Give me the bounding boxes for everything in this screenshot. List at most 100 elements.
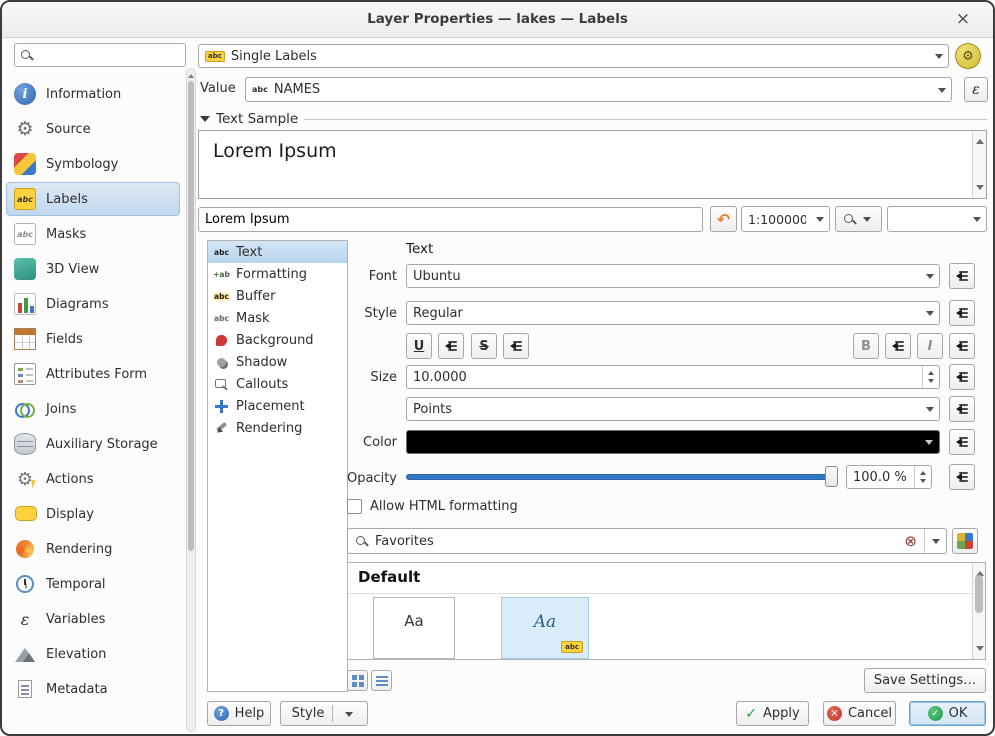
tab-text[interactable]: abcText (208, 241, 347, 263)
data-defined-override-button[interactable] (949, 263, 975, 289)
sample-scrollbar[interactable] (972, 131, 986, 198)
automated-placement-button[interactable]: ⚙ (955, 43, 981, 69)
sidebar-item-actions[interactable]: ⚙Actions (6, 462, 180, 496)
sidebar-item-source[interactable]: ⚙Source (6, 112, 180, 146)
map-scale-tools-button[interactable] (835, 206, 882, 232)
font-combo[interactable]: Ubuntu (406, 264, 940, 288)
font-style-combo[interactable]: Regular (406, 301, 940, 325)
sidebar-item-joins[interactable]: Joins (6, 392, 180, 426)
grid-view-icon (352, 675, 364, 687)
scroll-up-icon[interactable] (976, 135, 984, 144)
tab-placement[interactable]: Placement (208, 395, 347, 417)
style-card-default[interactable]: Aa (373, 597, 455, 659)
sidebar-searchbox[interactable] (14, 43, 186, 67)
clear-filter-icon[interactable]: ⊗ (904, 534, 917, 549)
opacity-slider[interactable] (406, 465, 838, 489)
style-manager-icon (957, 533, 973, 549)
rendering-tab-icon (213, 420, 230, 437)
save-settings-button[interactable]: Save Settings… (864, 668, 986, 693)
styles-scrollbar-thumb[interactable] (975, 575, 983, 613)
ok-check-icon: ✓ (928, 706, 943, 721)
apply-button[interactable]: ✓ Apply (736, 701, 809, 726)
help-button[interactable]: ? Help (207, 701, 271, 726)
data-defined-override-button[interactable] (949, 364, 975, 390)
allow-html-checkbox[interactable] (347, 499, 362, 514)
style-menu-button[interactable]: Style (280, 701, 368, 726)
sidebar-item-temporal[interactable]: Temporal (6, 567, 180, 601)
data-defined-override-button[interactable] (949, 300, 975, 326)
text-color-button[interactable] (406, 430, 940, 454)
sidebar-item-symbology[interactable]: Symbology (6, 147, 180, 181)
sidebar-item-fields[interactable]: Fields (6, 322, 180, 356)
list-view-toggle[interactable] (371, 670, 392, 691)
data-defined-override-button[interactable] (949, 464, 975, 490)
expression-builder-button[interactable]: ε (964, 77, 988, 102)
opacity-spinbox[interactable]: 100.0 % (846, 465, 932, 489)
chevron-down-icon (922, 302, 937, 324)
bold-button[interactable]: B (853, 333, 879, 359)
data-defined-icon (954, 306, 970, 320)
chevron-down-icon[interactable] (924, 529, 946, 553)
spin-down-icon[interactable] (928, 379, 934, 386)
spin-up-icon[interactable] (928, 368, 934, 375)
scroll-down-icon[interactable] (976, 646, 984, 655)
underline-button[interactable]: U (406, 333, 432, 359)
sidebar-item-3d-view[interactable]: 3D View (6, 252, 180, 286)
collapse-arrow-icon[interactable] (200, 116, 210, 122)
preview-background-combo[interactable] (887, 206, 987, 232)
data-defined-override-button[interactable] (503, 333, 529, 359)
sidebar-item-elevation[interactable]: Elevation (6, 637, 180, 671)
background-tab-icon (213, 332, 230, 349)
reset-sample-button[interactable]: ↶ (710, 206, 737, 232)
close-icon[interactable]: × (953, 9, 973, 29)
sidebar-item-attributes-form[interactable]: Attributes Form (6, 357, 180, 391)
data-defined-override-button[interactable] (949, 429, 975, 455)
data-defined-override-button[interactable] (949, 396, 975, 422)
actions-icon: ⚙ (14, 468, 36, 490)
spin-arrows[interactable] (922, 366, 939, 388)
style-card-selected[interactable]: Aa abc (501, 597, 589, 659)
sidebar-scrollbar[interactable] (186, 68, 196, 732)
style-manager-button[interactable] (952, 528, 978, 554)
sidebar-item-display[interactable]: Display (6, 497, 180, 531)
size-spinbox[interactable]: 10.0000 (406, 365, 940, 389)
sidebar-item-auxiliary-storage[interactable]: Auxiliary Storage (6, 427, 180, 461)
data-defined-override-button[interactable] (949, 333, 975, 359)
sidebar-search-input[interactable] (38, 48, 180, 62)
spin-up-icon[interactable] (920, 468, 926, 475)
ok-button[interactable]: ✓ OK (909, 701, 986, 726)
strikethrough-button[interactable]: S (471, 333, 497, 359)
italic-button[interactable]: I (917, 333, 943, 359)
list-view-icon (376, 675, 388, 687)
sidebar-scrollbar-thumb[interactable] (188, 81, 194, 551)
sidebar-item-information[interactable]: iInformation (6, 77, 180, 111)
sidebar-item-labels[interactable]: abcLabels (6, 182, 180, 216)
slider-handle[interactable] (825, 466, 838, 487)
scroll-down-icon[interactable] (976, 185, 984, 194)
sample-scale-combo[interactable]: 1:1000000 (741, 206, 830, 232)
metadata-icon (14, 678, 36, 700)
sidebar-item-masks[interactable]: abcMasks (6, 217, 180, 251)
sidebar-item-diagrams[interactable]: Diagrams (6, 287, 180, 321)
label-mode-combo[interactable]: abc Single Labels (198, 44, 949, 68)
text-sample-section[interactable]: Text Sample (200, 111, 987, 127)
sidebar-item-rendering[interactable]: Rendering (6, 532, 180, 566)
spin-arrows[interactable] (914, 466, 931, 488)
titlebar[interactable]: Layer Properties — lakes — Labels × (2, 2, 993, 38)
sidebar-item-variables[interactable]: εVariables (6, 602, 180, 636)
style-filter-combo[interactable]: Favorites ⊗ (347, 528, 947, 554)
sample-text-input[interactable] (198, 207, 703, 232)
placement-tab-icon (213, 398, 230, 415)
data-defined-override-button[interactable] (438, 333, 464, 359)
cancel-button[interactable]: × Cancel (823, 701, 896, 726)
value-field-combo[interactable]: abc NAMES (245, 77, 952, 102)
tab-background[interactable]: Background (208, 329, 347, 351)
scroll-up-icon[interactable] (188, 71, 194, 78)
sidebar-item-metadata[interactable]: Metadata (6, 672, 180, 706)
data-defined-override-button[interactable] (885, 333, 911, 359)
size-unit-combo[interactable]: Points (406, 397, 940, 421)
tab-buffer[interactable]: abcBuffer (208, 285, 347, 307)
icon-view-toggle[interactable] (347, 670, 368, 691)
spin-down-icon[interactable] (920, 479, 926, 486)
styles-scrollbar[interactable] (972, 563, 985, 659)
